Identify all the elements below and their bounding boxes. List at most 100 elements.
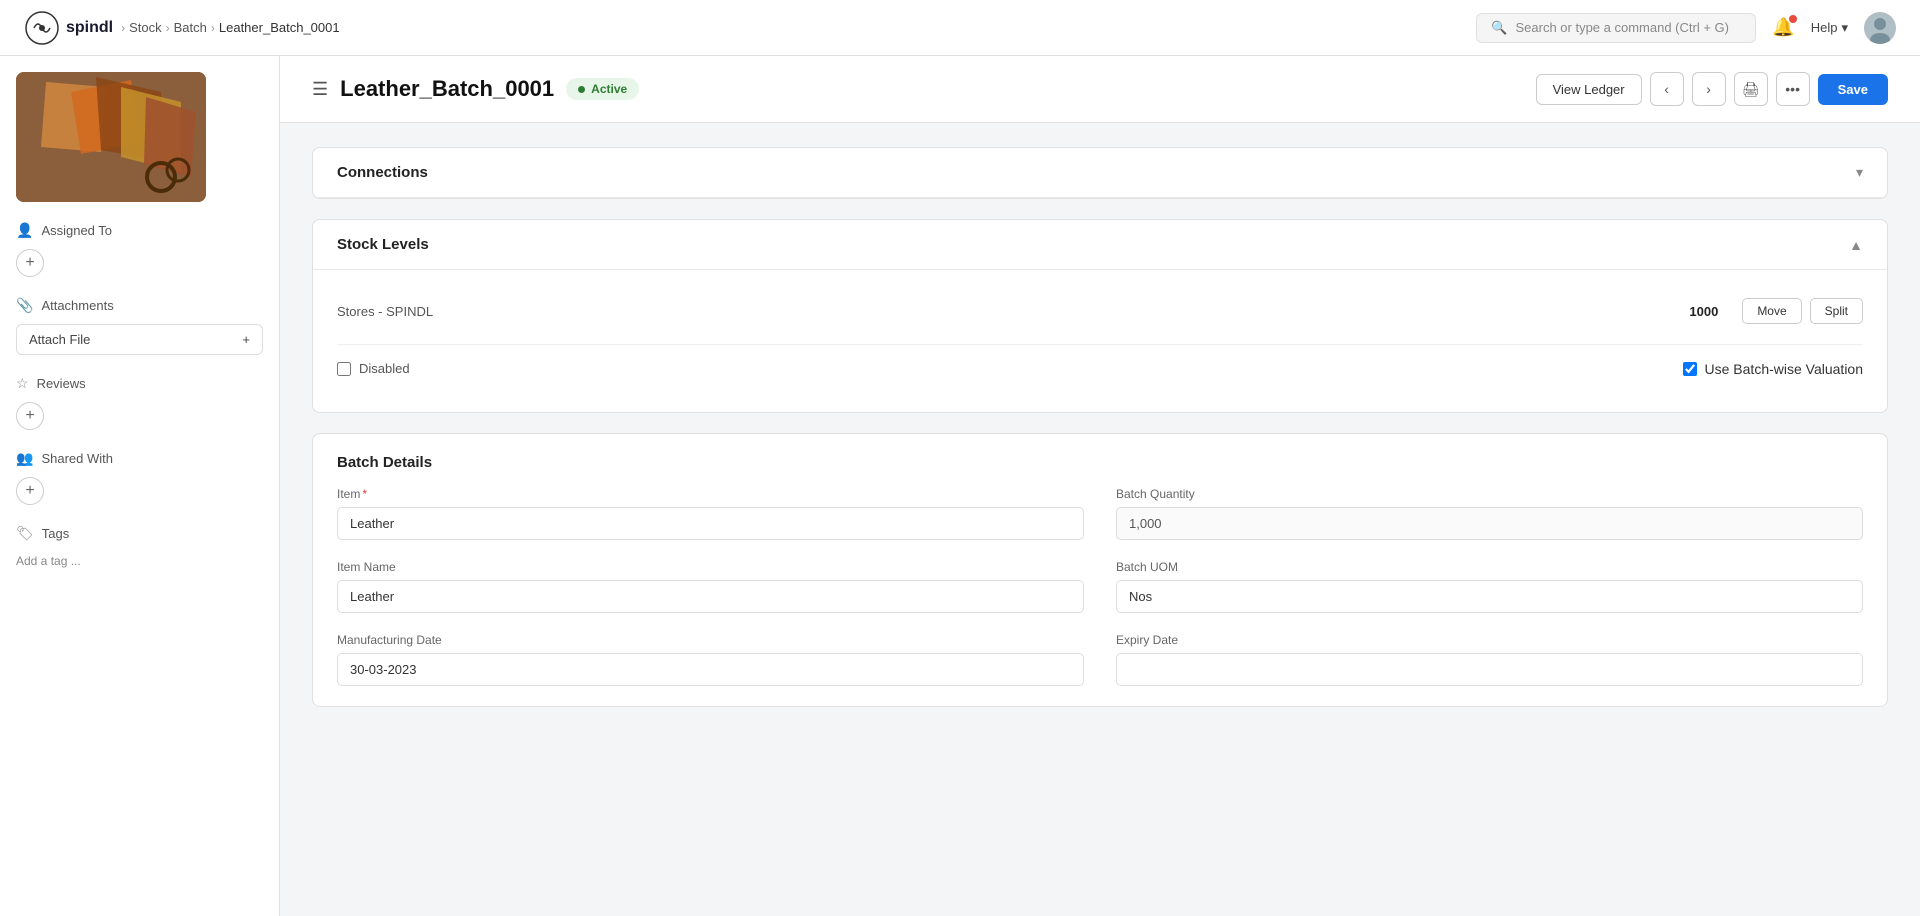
print-button[interactable]: 🖨 bbox=[1734, 72, 1768, 106]
breadcrumb-sep-1: › bbox=[166, 21, 170, 35]
batch-quantity-field: Batch Quantity bbox=[1116, 487, 1863, 540]
reviews-section: ☆ Reviews + bbox=[16, 375, 263, 430]
move-button[interactable]: Move bbox=[1742, 298, 1801, 324]
nav-right: 🔍 Search or type a command (Ctrl + G) 🔔 … bbox=[1476, 12, 1896, 44]
tags-section: 🏷 Tags Add a tag ... bbox=[16, 525, 263, 568]
menu-toggle-button[interactable]: ☰ bbox=[312, 79, 328, 100]
breadcrumb-batch[interactable]: Batch bbox=[174, 20, 207, 35]
add-assigned-button[interactable]: + bbox=[16, 249, 44, 277]
next-icon: › bbox=[1706, 81, 1711, 97]
checkbox-group: Disabled Use Batch-wise Valuation bbox=[337, 344, 1863, 392]
manufacturing-date-label: Manufacturing Date bbox=[337, 633, 1084, 647]
print-icon: 🖨 bbox=[1742, 81, 1760, 98]
attach-file-label: Attach File bbox=[29, 332, 90, 347]
bell-container: 🔔 bbox=[1772, 17, 1794, 38]
stores-label: Stores - SPINDL bbox=[337, 304, 433, 319]
leather-svg bbox=[16, 72, 206, 202]
status-label: Active bbox=[591, 82, 627, 96]
attach-file-button[interactable]: Attach File + bbox=[16, 324, 263, 355]
page-title: Leather_Batch_0001 bbox=[340, 76, 554, 102]
stock-quantity: 1000 bbox=[1689, 304, 1718, 319]
batch-wise-row: Use Batch-wise Valuation bbox=[1683, 361, 1863, 377]
prev-icon: ‹ bbox=[1664, 81, 1669, 97]
next-button[interactable]: › bbox=[1692, 72, 1726, 106]
shared-with-label: Shared With bbox=[41, 451, 113, 466]
expiry-date-input[interactable] bbox=[1116, 653, 1863, 686]
help-label: Help bbox=[1811, 20, 1838, 35]
item-required: * bbox=[362, 487, 367, 501]
item-field: Item* bbox=[337, 487, 1084, 540]
batch-quantity-input[interactable] bbox=[1116, 507, 1863, 540]
status-dot bbox=[578, 86, 585, 93]
batch-details-card: Batch Details Item* Batch Quantity bbox=[312, 433, 1888, 707]
star-icon: ☆ bbox=[16, 375, 29, 392]
user-icon: 👤 bbox=[16, 222, 33, 239]
tags-label: Tags bbox=[42, 526, 69, 541]
breadcrumb: › Stock › Batch › Leather_Batch_0001 bbox=[121, 20, 339, 35]
batch-details-title: Batch Details bbox=[337, 454, 1863, 471]
status-badge: Active bbox=[566, 78, 639, 100]
nav-left: spindl › Stock › Batch › Leather_Batch_0… bbox=[24, 10, 340, 46]
search-bar[interactable]: 🔍 Search or type a command (Ctrl + G) bbox=[1476, 13, 1756, 43]
manufacturing-date-input[interactable] bbox=[337, 653, 1084, 686]
attach-plus-icon: + bbox=[242, 332, 250, 347]
leather-image-placeholder bbox=[16, 72, 206, 202]
more-options-button[interactable]: ••• bbox=[1776, 72, 1810, 106]
batch-wise-label: Use Batch-wise Valuation bbox=[1705, 361, 1863, 377]
avatar-image bbox=[1864, 12, 1896, 44]
search-icon: 🔍 bbox=[1491, 20, 1507, 36]
batch-wise-checkbox[interactable] bbox=[1683, 362, 1697, 376]
stock-levels-chevron: ▲ bbox=[1849, 237, 1863, 253]
batch-quantity-label: Batch Quantity bbox=[1116, 487, 1863, 501]
manufacturing-date-field: Manufacturing Date bbox=[337, 633, 1084, 686]
prev-button[interactable]: ‹ bbox=[1650, 72, 1684, 106]
page-header-right: View Ledger ‹ › 🖨 ••• Save bbox=[1536, 72, 1888, 106]
disabled-checkbox[interactable] bbox=[337, 362, 351, 376]
connections-card: Connections ▾ bbox=[312, 147, 1888, 199]
people-icon: 👥 bbox=[16, 450, 33, 467]
top-navigation: spindl › Stock › Batch › Leather_Batch_0… bbox=[0, 0, 1920, 56]
split-button[interactable]: Split bbox=[1810, 298, 1863, 324]
breadcrumb-sep-0: › bbox=[121, 21, 125, 35]
stock-actions: 1000 Move Split bbox=[1689, 298, 1863, 324]
help-button[interactable]: Help ▾ bbox=[1811, 20, 1848, 36]
avatar[interactable] bbox=[1864, 12, 1896, 44]
attachments-section: 📎 Attachments Attach File + bbox=[16, 297, 263, 355]
attachments-label: Attachments bbox=[41, 298, 113, 313]
item-name-label: Item Name bbox=[337, 560, 1084, 574]
logo-icon bbox=[24, 10, 60, 46]
connections-header[interactable]: Connections ▾ bbox=[313, 148, 1887, 198]
tags-title: 🏷 Tags bbox=[16, 525, 263, 542]
stock-levels-body: Stores - SPINDL 1000 Move Split Disabled bbox=[313, 270, 1887, 412]
stock-levels-title: Stock Levels bbox=[337, 236, 429, 253]
stock-row: Stores - SPINDL 1000 Move Split bbox=[337, 290, 1863, 332]
item-name-field: Item Name bbox=[337, 560, 1084, 613]
add-shared-button[interactable]: + bbox=[16, 477, 44, 505]
content-area: Connections ▾ Stock Levels ▲ Stores - SP… bbox=[280, 123, 1920, 751]
batch-uom-label: Batch UOM bbox=[1116, 560, 1863, 574]
page-header-left: ☰ Leather_Batch_0001 Active bbox=[312, 76, 639, 102]
assigned-to-label: Assigned To bbox=[41, 223, 112, 238]
assigned-to-title: 👤 Assigned To bbox=[16, 222, 263, 239]
help-chevron: ▾ bbox=[1841, 20, 1848, 36]
add-tag-link[interactable]: Add a tag ... bbox=[16, 554, 81, 568]
item-name-input[interactable] bbox=[337, 580, 1084, 613]
save-button[interactable]: Save bbox=[1818, 74, 1888, 105]
connections-chevron: ▾ bbox=[1856, 164, 1863, 181]
batch-uom-input[interactable] bbox=[1116, 580, 1863, 613]
breadcrumb-stock[interactable]: Stock bbox=[129, 20, 162, 35]
item-input[interactable] bbox=[337, 507, 1084, 540]
batch-details-form: Item* Batch Quantity Item Name bbox=[337, 487, 1863, 686]
expiry-date-field: Expiry Date bbox=[1116, 633, 1863, 686]
search-placeholder: Search or type a command (Ctrl + G) bbox=[1515, 20, 1729, 35]
stock-levels-header[interactable]: Stock Levels ▲ bbox=[313, 220, 1887, 270]
assigned-to-section: 👤 Assigned To + bbox=[16, 222, 263, 277]
add-review-button[interactable]: + bbox=[16, 402, 44, 430]
stock-levels-card: Stock Levels ▲ Stores - SPINDL 1000 Move… bbox=[312, 219, 1888, 413]
reviews-label: Reviews bbox=[37, 376, 86, 391]
reviews-title: ☆ Reviews bbox=[16, 375, 263, 392]
shared-with-section: 👥 Shared With + bbox=[16, 450, 263, 505]
logo[interactable]: spindl bbox=[24, 10, 113, 46]
disabled-label: Disabled bbox=[359, 361, 410, 376]
view-ledger-button[interactable]: View Ledger bbox=[1536, 74, 1642, 105]
